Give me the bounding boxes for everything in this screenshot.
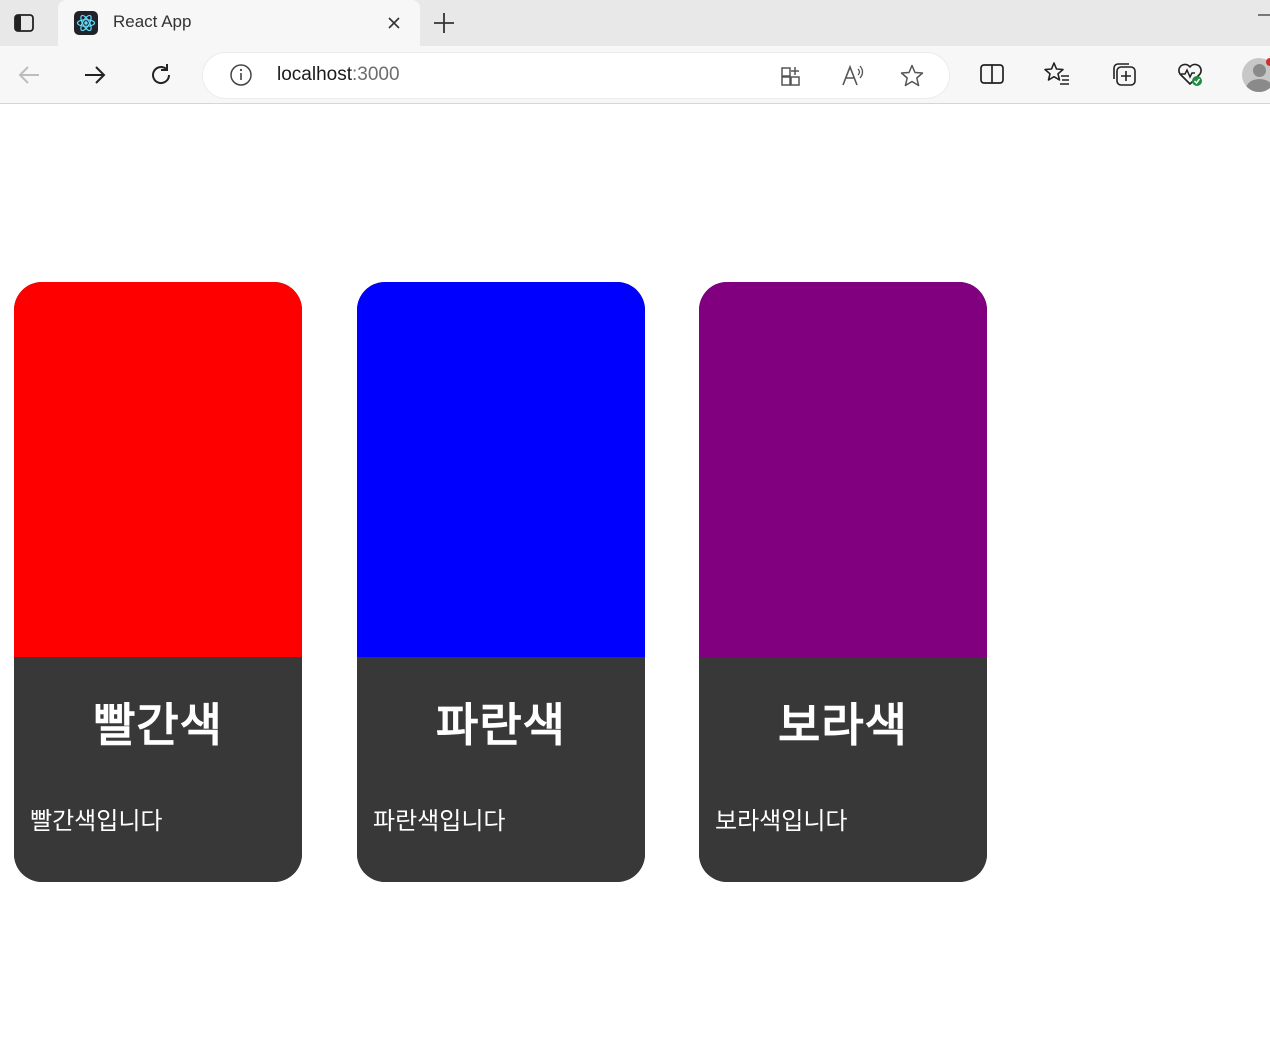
collections-button[interactable] bbox=[1110, 60, 1138, 88]
page-viewport: 빨간색 빨간색입니다 파란색 파란색입니다 보라색 보라색입니다 bbox=[0, 105, 1270, 1039]
card-body: 보라색 보라색입니다 bbox=[699, 657, 987, 882]
refresh-icon bbox=[152, 64, 171, 84]
tab-actions-button[interactable] bbox=[0, 0, 48, 46]
address-bar[interactable]: localhost:3000 bbox=[203, 53, 949, 98]
color-card-red: 빨간색 빨간색입니다 bbox=[14, 282, 302, 882]
tab-close-button[interactable] bbox=[384, 13, 404, 33]
url-port: :3000 bbox=[352, 64, 400, 85]
collections-icon bbox=[1113, 63, 1136, 86]
url-text[interactable]: localhost:3000 bbox=[277, 64, 400, 86]
react-logo-icon bbox=[74, 11, 98, 35]
browser-tab[interactable]: React App bbox=[58, 0, 420, 46]
notification-dot bbox=[1266, 58, 1270, 66]
site-info-icon[interactable] bbox=[229, 63, 253, 87]
window-minimize-button[interactable] bbox=[1258, 14, 1270, 16]
split-screen-button[interactable] bbox=[978, 60, 1006, 88]
card-color-swatch bbox=[14, 282, 302, 657]
tab-actions-icon bbox=[14, 14, 34, 32]
card-title: 빨간색 bbox=[93, 698, 223, 752]
card-description: 빨간색입니다 bbox=[30, 807, 163, 835]
profile-avatar-head bbox=[1253, 64, 1266, 77]
split-screen-icon bbox=[980, 64, 1004, 84]
new-tab-button[interactable] bbox=[430, 9, 458, 37]
read-aloud-icon bbox=[842, 64, 864, 86]
favorite-star-icon bbox=[900, 64, 924, 87]
card-description: 파란색입니다 bbox=[373, 807, 506, 835]
back-icon bbox=[18, 66, 39, 84]
close-icon bbox=[388, 17, 400, 29]
browser-essentials-icon bbox=[1178, 63, 1202, 86]
card-body: 빨간색 빨간색입니다 bbox=[14, 657, 302, 882]
card-title: 파란색 bbox=[436, 698, 566, 752]
color-card-purple: 보라색 보라색입니다 bbox=[699, 282, 987, 882]
favorites-button[interactable] bbox=[1043, 60, 1071, 88]
browser-essentials-button[interactable] bbox=[1176, 60, 1204, 88]
card-color-swatch bbox=[357, 282, 645, 657]
plus-icon bbox=[434, 13, 454, 33]
tab-strip: React App bbox=[0, 0, 1270, 46]
card-title: 보라색 bbox=[778, 698, 908, 752]
tab-title: React App bbox=[113, 12, 192, 31]
profile-avatar-body bbox=[1246, 79, 1270, 92]
color-card-blue: 파란색 파란색입니다 bbox=[357, 282, 645, 882]
favorite-button[interactable] bbox=[899, 63, 925, 89]
back-button[interactable] bbox=[13, 59, 45, 91]
card-body: 파란색 파란색입니다 bbox=[357, 657, 645, 882]
apps-icon bbox=[781, 67, 800, 86]
card-description: 보라색입니다 bbox=[715, 807, 848, 835]
refresh-button[interactable] bbox=[145, 59, 177, 91]
favorites-icon bbox=[1044, 62, 1069, 85]
url-host: localhost bbox=[277, 64, 352, 85]
forward-icon bbox=[85, 66, 106, 84]
read-aloud-button[interactable] bbox=[840, 63, 866, 89]
card-color-swatch bbox=[699, 282, 987, 657]
browser-toolbar: localhost:3000 bbox=[0, 46, 1270, 104]
apps-button[interactable] bbox=[779, 63, 805, 89]
forward-button[interactable] bbox=[79, 59, 111, 91]
